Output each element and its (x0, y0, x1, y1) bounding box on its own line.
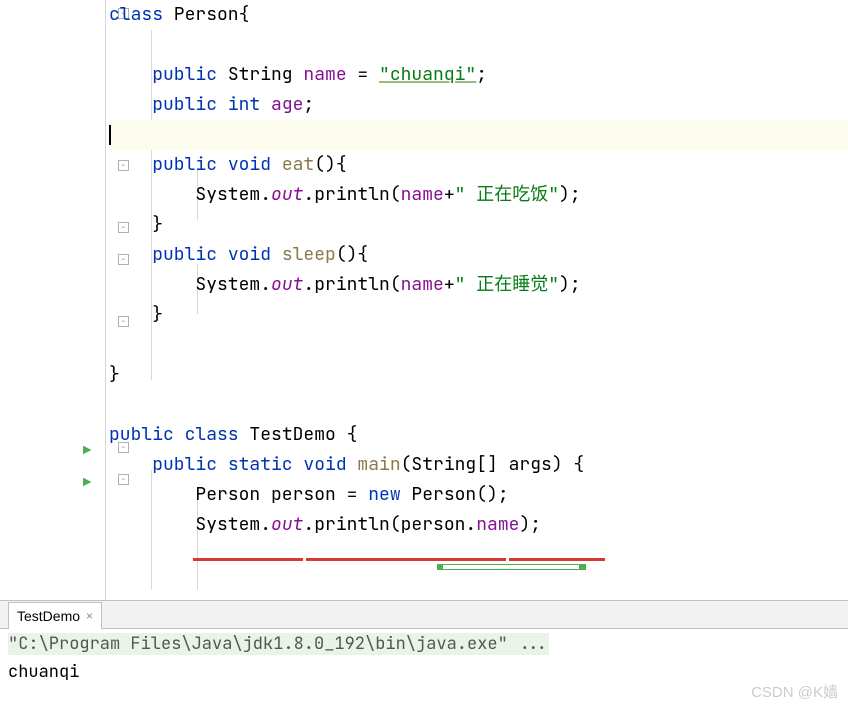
code-line: public class TestDemo { (109, 420, 848, 450)
run-icon[interactable]: ▶ (83, 442, 91, 460)
gutter: ▶ ▶ − − − − − − − (0, 0, 105, 600)
code-line: Person person = new Person(); (109, 480, 848, 510)
console-line: chuanqi (8, 661, 840, 683)
code-line-active (109, 120, 848, 150)
code-line: System.out.println(name+" 正在吃饭"); (109, 180, 848, 210)
run-panel: TestDemo × "C:\Program Files\Java\jdk1.8… (0, 600, 848, 687)
caret-icon (109, 125, 111, 145)
code-line: public int age; (109, 90, 848, 120)
red-underline-annotation (306, 558, 506, 561)
console-output[interactable]: "C:\Program Files\Java\jdk1.8.0_192\bin\… (0, 629, 848, 687)
tab-testdemo[interactable]: TestDemo × (8, 602, 102, 629)
tab-label: TestDemo (17, 608, 80, 624)
code-line: } (109, 360, 848, 390)
code-line: class Person{ (109, 0, 848, 30)
green-handle-icon (580, 564, 586, 570)
red-underline-annotation (509, 558, 605, 561)
code-area[interactable]: class Person{ public String name = "chua… (105, 0, 848, 600)
code-line: public static void main(String[] args) { (109, 450, 848, 480)
tab-bar: TestDemo × (0, 601, 848, 629)
code-line (109, 30, 848, 60)
green-handle-icon (437, 564, 443, 570)
code-line: System.out.println(person.name); (109, 510, 848, 540)
code-line: public void eat(){ (109, 150, 848, 180)
code-line: } (109, 210, 848, 240)
code-editor[interactable]: ▶ ▶ − − − − − − − class Person{ public S… (0, 0, 848, 600)
watermark: CSDN @K嫱 (751, 681, 838, 702)
red-underline-annotation (193, 558, 303, 561)
code-line: public void sleep(){ (109, 240, 848, 270)
code-line: public String name = "chuanqi"; (109, 60, 848, 90)
console-command: "C:\Program Files\Java\jdk1.8.0_192\bin\… (8, 633, 549, 655)
code-line: System.out.println(name+" 正在睡觉"); (109, 270, 848, 300)
run-icon[interactable]: ▶ (83, 474, 91, 492)
code-line (109, 390, 848, 420)
code-line (109, 330, 848, 360)
green-box-annotation (440, 564, 580, 570)
code-line: } (109, 300, 848, 330)
close-icon[interactable]: × (86, 609, 93, 623)
